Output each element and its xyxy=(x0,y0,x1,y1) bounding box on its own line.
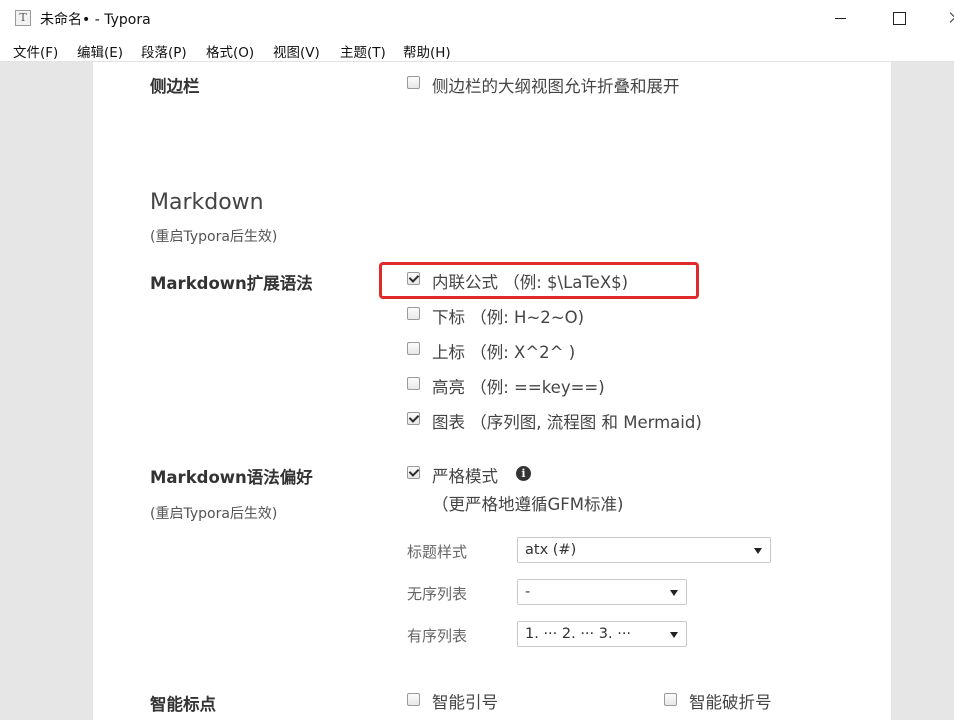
unordered-list-label: 无序列表 xyxy=(407,585,468,603)
subscript-checkbox[interactable] xyxy=(407,307,420,320)
menu-theme[interactable]: 主题(T) xyxy=(340,41,386,61)
strict-mode-checkbox[interactable] xyxy=(407,466,420,479)
sidebar-section-label: 侧边栏 xyxy=(150,77,200,96)
heading-style-value: atx (#) xyxy=(525,542,577,558)
chevron-down-icon xyxy=(754,548,762,554)
chevron-down-icon xyxy=(670,632,678,638)
menu-format[interactable]: 格式(O) xyxy=(206,41,254,61)
menu-help[interactable]: 帮助(H) xyxy=(403,41,451,61)
unordered-list-select[interactable]: - xyxy=(517,579,687,605)
ordered-list-select[interactable]: 1. ··· 2. ··· 3. ··· xyxy=(517,621,687,647)
typora-app-icon: T xyxy=(15,10,31,26)
minimize-button[interactable] xyxy=(818,0,864,36)
markdown-section-heading: Markdown xyxy=(150,190,264,215)
restart-note: (重启Typora后生效) xyxy=(150,229,278,245)
strict-mode-description: （更严格地遵循GFM标准) xyxy=(432,495,624,514)
maximize-button[interactable] xyxy=(876,0,922,36)
chevron-down-icon xyxy=(670,590,678,596)
menu-edit[interactable]: 编辑(E) xyxy=(77,41,123,61)
menu-paragraph[interactable]: 段落(P) xyxy=(141,41,187,61)
superscript-label[interactable]: 上标 （例: X^2^ ) xyxy=(432,339,575,363)
smart-punctuation-label: 智能标点 xyxy=(150,695,216,714)
info-icon[interactable]: i xyxy=(516,466,531,481)
syntax-preference-label: Markdown语法偏好 xyxy=(150,468,313,487)
subscript-label[interactable]: 下标 （例: H~2~O) xyxy=(432,304,584,328)
smart-dashes-checkbox[interactable] xyxy=(664,693,677,706)
ordered-list-value: 1. ··· 2. ··· 3. ··· xyxy=(525,626,632,642)
strict-mode-label[interactable]: 严格模式 xyxy=(432,463,498,487)
highlight-annotation-box xyxy=(379,262,699,299)
highlight-checkbox[interactable] xyxy=(407,377,420,390)
diagrams-label[interactable]: 图表 （序列图, 流程图 和 Mermaid) xyxy=(432,409,702,433)
smart-quotes-label[interactable]: 智能引号 xyxy=(432,689,498,713)
title-bar: T 未命名• - Typora xyxy=(0,0,954,36)
close-button[interactable] xyxy=(938,0,954,36)
smart-dashes-label[interactable]: 智能破折号 xyxy=(689,689,772,713)
superscript-checkbox[interactable] xyxy=(407,342,420,355)
window-title: 未命名• - Typora xyxy=(40,12,151,28)
menu-view[interactable]: 视图(V) xyxy=(273,41,320,61)
syntax-extension-label: Markdown扩展语法 xyxy=(150,274,313,293)
unordered-list-value: - xyxy=(525,584,531,600)
heading-style-label: 标题样式 xyxy=(407,543,468,561)
heading-style-select[interactable]: atx (#) xyxy=(517,537,771,563)
sidebar-outline-fold-label[interactable]: 侧边栏的大纲视图允许折叠和展开 xyxy=(432,73,680,97)
syntax-preference-restart-note: (重启Typora后生效) xyxy=(150,506,278,522)
ordered-list-label: 有序列表 xyxy=(407,627,468,645)
sidebar-outline-fold-checkbox[interactable] xyxy=(407,76,420,89)
diagrams-checkbox[interactable] xyxy=(407,412,420,425)
menu-file[interactable]: 文件(F) xyxy=(13,41,58,61)
highlight-label[interactable]: 高亮 （例: ==key==) xyxy=(432,374,605,398)
smart-quotes-checkbox[interactable] xyxy=(407,693,420,706)
menu-bar: 文件(F) 编辑(E) 段落(P) 格式(O) 视图(V) 主题(T) 帮助(H… xyxy=(0,36,954,62)
